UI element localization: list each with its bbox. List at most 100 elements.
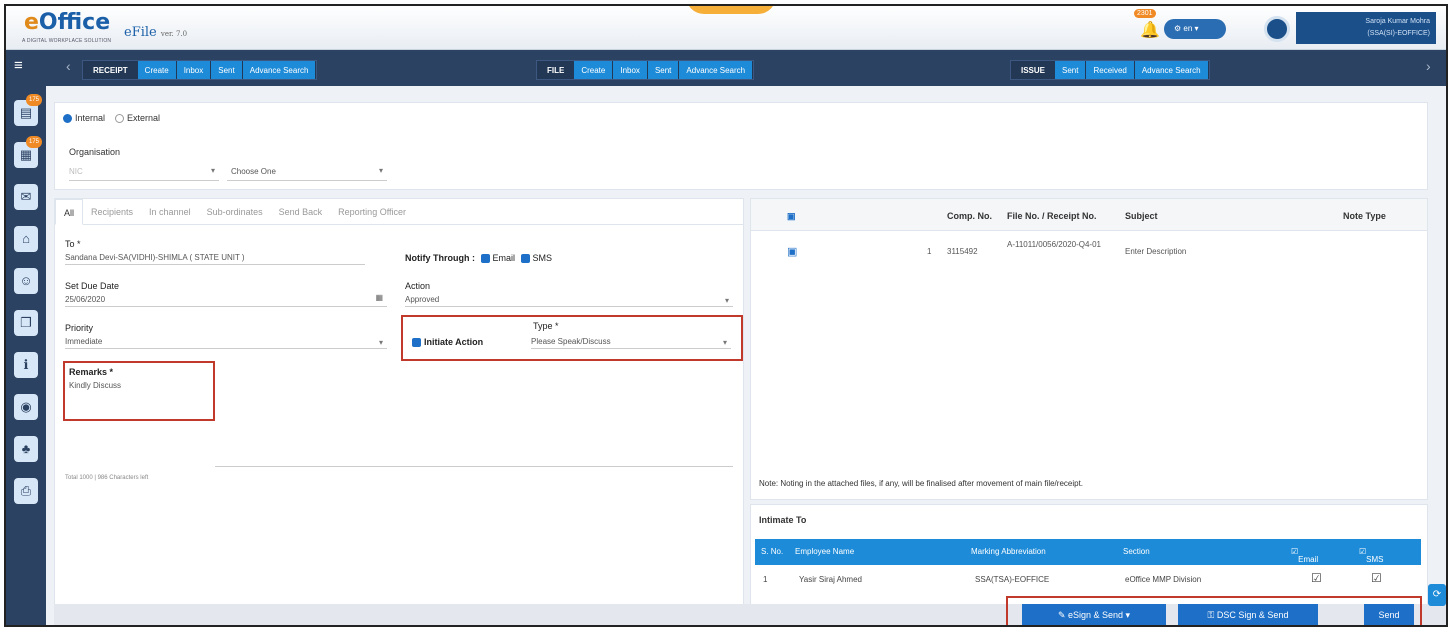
table-row: 1 Yasir Siraj Ahmed SSA(TSA)-EOFFICE eOf… xyxy=(755,567,1421,593)
int-section: eOffice MMP Division xyxy=(1125,575,1202,584)
sms-checkbox[interactable]: ☑ xyxy=(1371,571,1382,585)
noting-note: Note: Noting in the attached files, if a… xyxy=(759,479,1084,488)
to-label: To * xyxy=(65,239,81,249)
file-icon[interactable]: ▣ xyxy=(787,245,797,258)
int-name: Yasir Siraj Ahmed xyxy=(799,575,862,584)
user-settings-icon[interactable]: ☺ xyxy=(14,268,38,294)
due-date-input[interactable]: 25/06/2020 ▦ xyxy=(65,293,387,307)
col-employee: Employee Name xyxy=(795,547,855,556)
remarks-textarea[interactable]: Kindly Discuss xyxy=(69,381,121,390)
row-sno: 1 xyxy=(927,247,932,256)
sms-label: SMS xyxy=(532,253,553,263)
file-create[interactable]: Create xyxy=(574,61,613,79)
language-toggle[interactable]: ⚙ en ▾ xyxy=(1164,19,1226,39)
type-select[interactable]: Please Speak/Discuss ▾ xyxy=(531,335,731,349)
documents-icon[interactable]: ❐ xyxy=(14,310,38,336)
intimate-title: Intimate To xyxy=(759,515,807,525)
col-section: Section xyxy=(1123,547,1150,556)
email-checkbox[interactable] xyxy=(480,254,490,264)
receipt-caption[interactable]: RECEIPT xyxy=(83,61,138,79)
email-checkbox[interactable]: ☑ xyxy=(1311,571,1322,585)
type-value: Please Speak/Discuss xyxy=(531,337,611,346)
dsc-sign-send-button[interactable]: ⚿ DSC Sign & Send xyxy=(1178,604,1318,625)
select-all-icon[interactable]: ▣ xyxy=(787,211,796,222)
notification-count: 2301 xyxy=(1134,9,1156,18)
menu-icon[interactable]: ≡ xyxy=(14,58,30,74)
col-sms[interactable]: ☑ SMS xyxy=(1359,547,1384,564)
file-advance-search[interactable]: Advance Search xyxy=(679,61,753,79)
action-select[interactable]: Approved ▾ xyxy=(405,293,733,307)
dak-icon[interactable]: ✉ xyxy=(14,184,38,210)
product-name: eFile ver. 7.0 xyxy=(124,25,187,40)
sms-checkbox[interactable] xyxy=(520,254,530,264)
send-button[interactable]: Send xyxy=(1364,604,1414,625)
lang-label: en xyxy=(1183,24,1193,33)
remarks-label: Remarks * xyxy=(69,367,114,377)
nav-right-arrow-icon[interactable]: › xyxy=(1426,58,1431,74)
file-caption[interactable]: FILE xyxy=(537,61,574,79)
initiate-action-checkbox[interactable]: Initiate Action xyxy=(409,337,484,348)
col-note-type: Note Type xyxy=(1343,211,1386,221)
tab-all[interactable]: All xyxy=(55,199,84,225)
chevron-down-icon: ▾ xyxy=(724,296,729,305)
issue-received[interactable]: Received xyxy=(1086,61,1134,79)
file-table-header: ▣ Comp. No. File No. / Receipt No. Subje… xyxy=(751,199,1427,231)
character-count: Total 1000 | 986 Characters left xyxy=(65,475,149,481)
recipient-tabs: All Recipients In channel Sub-ordinates … xyxy=(55,199,743,225)
int-sno: 1 xyxy=(763,575,768,584)
esign-send-button[interactable]: ✎ eSign & Send ▾ xyxy=(1022,604,1166,625)
external-radio[interactable]: External xyxy=(115,113,160,124)
receipt-sent[interactable]: Sent xyxy=(211,61,242,79)
file-nav: FILE Create Inbox Sent Advance Search xyxy=(536,60,755,80)
tab-in-channel[interactable]: In channel xyxy=(141,199,199,225)
user-avatar[interactable] xyxy=(1264,16,1290,42)
unit-select[interactable]: Choose One ▾ xyxy=(227,163,387,181)
organisation-select[interactable]: NIC ▾ xyxy=(69,163,219,181)
collapse-header-tab[interactable] xyxy=(686,6,776,14)
issue-advance-search[interactable]: Advance Search xyxy=(1134,61,1208,79)
print-icon[interactable]: ⎙ xyxy=(14,478,38,504)
nav-left-arrow-icon[interactable]: ‹ xyxy=(66,58,71,74)
eoffice-logo[interactable]: eeOfficeOffice xyxy=(24,10,110,35)
globe-icon[interactable]: ◉ xyxy=(14,394,38,420)
internal-radio[interactable]: Internal xyxy=(63,113,105,124)
col-email[interactable]: ☑ Email xyxy=(1291,547,1318,564)
home-icon[interactable]: ⌂ xyxy=(14,226,38,252)
priority-label: Priority xyxy=(65,323,94,333)
priority-value: Immediate xyxy=(65,337,103,346)
file-inbox[interactable]: Inbox xyxy=(613,61,647,79)
unit-value: Choose One xyxy=(231,167,276,176)
issue-sent[interactable]: Sent xyxy=(1055,61,1086,79)
refresh-icon[interactable]: ⟳ xyxy=(1428,584,1446,606)
sidebar: ▤ 175 ▦ 175 ✉ ⌂ ☺ ❐ ℹ ◉ ♣ ⎙ xyxy=(6,86,46,625)
tab-reporting-officer[interactable]: Reporting Officer xyxy=(330,199,414,225)
version-label: ver. 7.0 xyxy=(160,30,188,38)
initiate-action-label: Initiate Action xyxy=(424,337,484,347)
row-file-no[interactable]: A-11011/0056/2020-Q4-01 xyxy=(1007,239,1107,251)
action-value: Approved xyxy=(405,295,440,304)
priority-select[interactable]: Immediate ▾ xyxy=(65,335,387,349)
tab-recipients[interactable]: Recipients xyxy=(83,199,141,225)
file-sent[interactable]: Sent xyxy=(647,61,679,79)
col-sno: S. No. xyxy=(761,547,784,556)
to-input[interactable]: Sandana Devi-SA(VIDHI)-SHIMLA ( STATE UN… xyxy=(65,251,365,265)
receipt-inbox[interactable]: Inbox xyxy=(176,61,211,79)
chevron-down-icon: ▾ xyxy=(378,338,383,347)
organisation-panel: Internal External Organisation NIC ▾ Choo… xyxy=(54,102,1428,190)
organisation-value: NIC xyxy=(69,167,83,176)
issue-caption[interactable]: ISSUE xyxy=(1011,61,1055,79)
bell-icon[interactable]: 🔔 xyxy=(1140,20,1160,42)
col-comp-no: Comp. No. xyxy=(947,211,992,221)
tree-icon[interactable]: ♣ xyxy=(14,436,38,462)
user-info[interactable]: Saroja Kumar Mohra (SSA(SI)-EOFFICE) xyxy=(1296,12,1436,44)
row-comp-no: 3115492 xyxy=(947,247,978,256)
attached-files-panel: ▣ Comp. No. File No. / Receipt No. Subje… xyxy=(750,198,1428,500)
chevron-down-icon: ▾ xyxy=(722,338,727,347)
calendar-icon[interactable]: ▦ xyxy=(375,293,383,302)
tab-sub-ordinates[interactable]: Sub-ordinates xyxy=(199,199,271,225)
receipt-create[interactable]: Create xyxy=(137,61,176,79)
tab-send-back[interactable]: Send Back xyxy=(271,199,331,225)
info-icon[interactable]: ℹ xyxy=(14,352,38,378)
receipt-advance-search[interactable]: Advance Search xyxy=(242,61,316,79)
due-date-label: Set Due Date xyxy=(65,281,120,291)
